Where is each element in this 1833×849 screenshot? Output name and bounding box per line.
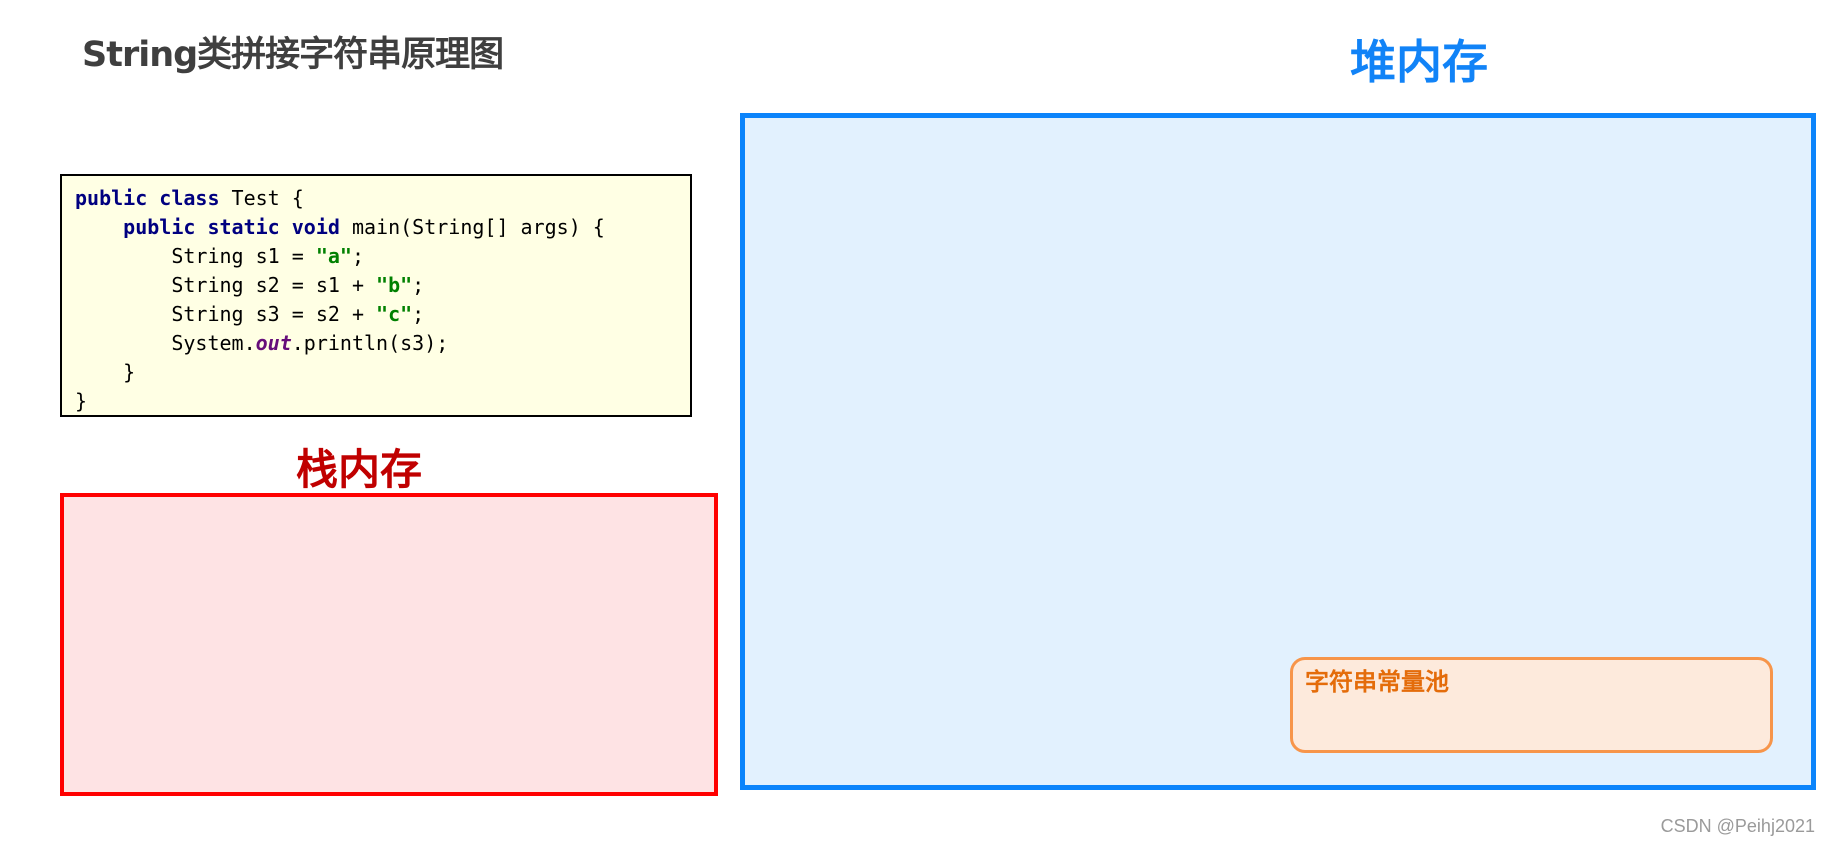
code-token: }: [75, 360, 136, 384]
code-line: String s2 = s1 + "b";: [75, 271, 690, 300]
code-token: ;: [412, 302, 425, 326]
code-token: ;: [351, 244, 364, 268]
code-block: public class Test { public static void m…: [60, 174, 692, 417]
code-token: public class: [75, 186, 220, 210]
code-token: out: [255, 331, 292, 355]
code-token: String s3 = s2 +: [75, 302, 377, 326]
code-line: }: [75, 358, 690, 387]
stack-memory-label: 栈内存: [296, 445, 423, 494]
code-token: System.: [75, 331, 256, 355]
code-token: ;: [412, 273, 425, 297]
code-token: String s1 =: [75, 244, 316, 268]
heap-memory-label: 堆内存: [1350, 35, 1488, 89]
code-token: }: [75, 389, 88, 413]
code-token: main(String[] args) {: [339, 215, 605, 239]
code-line: System.out.println(s3);: [75, 329, 690, 358]
code-token: "b": [376, 273, 413, 297]
code-token: public static void: [123, 215, 340, 239]
code-token: "c": [376, 302, 413, 326]
code-token: Test {: [219, 186, 304, 210]
string-constant-pool-box: 字符串常量池: [1290, 657, 1773, 753]
string-constant-pool-label: 字符串常量池: [1305, 668, 1449, 696]
diagram-title: String类拼接字符串原理图: [82, 35, 504, 75]
code-line: String s1 = "a";: [75, 242, 690, 271]
stack-memory-box: [60, 493, 718, 796]
code-line: public static void main(String[] args) {: [75, 213, 690, 242]
code-token: .println(s3);: [291, 331, 449, 355]
code-line: public class Test {: [75, 184, 690, 213]
code-token: String s2 = s1 +: [75, 273, 377, 297]
watermark: CSDN @Peihj2021: [1660, 816, 1815, 836]
code-line: String s3 = s2 + "c";: [75, 300, 690, 329]
code-token: "a": [315, 244, 352, 268]
code-line: }: [75, 387, 690, 416]
